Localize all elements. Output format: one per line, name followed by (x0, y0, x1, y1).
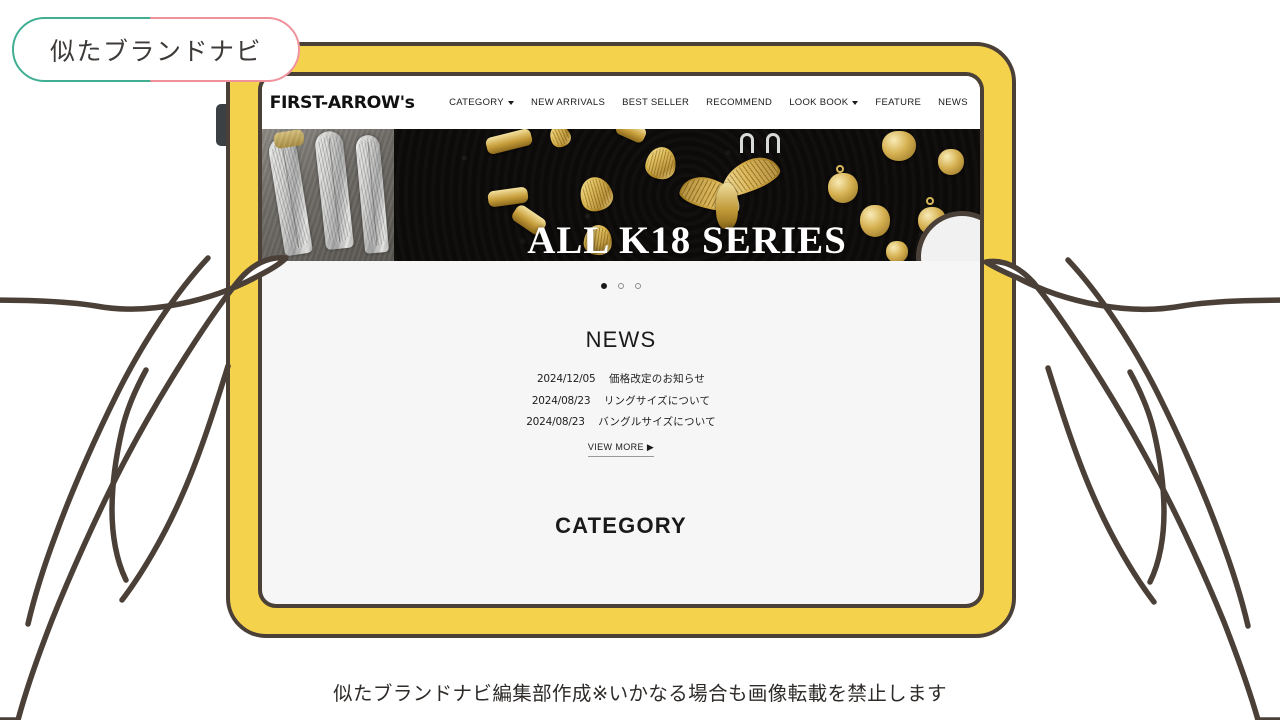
website-viewport: FIRST-ARROW's CATEGORY NEW ARRIVALS BEST… (262, 76, 980, 604)
main-navigation: CATEGORY NEW ARRIVALS BEST SELLER RECOMM… (449, 97, 980, 108)
chevron-down-icon (852, 100, 859, 105)
category-heading: CATEGORY (555, 512, 687, 538)
news-view-more-link[interactable]: VIEW MORE ▶ (587, 442, 655, 457)
right-hand-finger-1 (1065, 257, 1251, 629)
nav-item-category[interactable]: CATEGORY (449, 97, 514, 108)
silver-feather (313, 129, 355, 251)
feather-cap (272, 129, 306, 150)
right-hand (983, 258, 1280, 720)
news-date: 2024/08/23 (531, 394, 591, 407)
news-date: 2024/12/05 (536, 373, 596, 385)
gold-pendant (882, 131, 916, 161)
left-hand-finger-2 (109, 367, 149, 583)
nav-label: LOOK BOOK (789, 97, 849, 108)
carousel-dot-3[interactable] (635, 283, 641, 289)
silver-feather (354, 134, 390, 254)
tablet-screen: FIRST-ARROW's CATEGORY NEW ARRIVALS BEST… (258, 72, 984, 608)
hero-thumbnail-silver-feathers[interactable] (262, 129, 394, 261)
page-content: NEWS 2024/12/05 価格改定のお知らせ 2024/08/23 リング… (262, 261, 980, 539)
nav-label: CATEGORY (449, 97, 504, 108)
nav-item-best-seller[interactable]: BEST SELLER (622, 97, 689, 108)
carousel-dot-2[interactable] (618, 283, 624, 289)
right-hand-finger-3 (1045, 365, 1157, 605)
screenshot-root: 似たブランドナビ FIRST-ARROW's CATEGORY NEW ARRI… (0, 0, 1280, 720)
brand-navi-badge: 似たブランドナビ (12, 17, 300, 82)
nav-item-new-arrivals[interactable]: NEW ARRIVALS (531, 97, 605, 108)
news-item[interactable]: 2024/08/23 バングルサイズについて (262, 412, 980, 434)
chevron-down-icon (507, 100, 514, 105)
nav-item-look-book[interactable]: LOOK BOOK (789, 97, 859, 108)
nav-item-recommend[interactable]: RECOMMEND (706, 97, 772, 108)
news-title: バングルサイズについて (598, 416, 716, 428)
footer-caption: 似たブランドナビ編集部作成※いかなる場合も画像転載を禁止します (333, 682, 947, 705)
nav-item-feature[interactable]: FEATURE (875, 97, 921, 108)
pendant-bail (836, 165, 844, 173)
right-hand-finger-2 (1127, 369, 1167, 585)
left-hand-finger-3 (119, 363, 231, 603)
nav-item-news[interactable]: NEWS (938, 97, 968, 108)
gold-pendant (828, 173, 858, 203)
gold-pendant (938, 149, 964, 175)
news-item[interactable]: 2024/08/23 リングサイズについて (262, 391, 980, 413)
silver-hook (740, 133, 754, 153)
carousel-dot-1[interactable] (601, 283, 607, 289)
hero-banner-all-k18-series[interactable]: ALL K18 SERIES (394, 129, 980, 261)
news-date: 2024/08/23 (526, 416, 585, 428)
hero-banner-title: ALL K18 SERIES (527, 219, 847, 261)
left-hand-finger-1 (25, 255, 211, 627)
site-header: FIRST-ARROW's CATEGORY NEW ARRIVALS BEST… (262, 76, 980, 129)
news-heading: NEWS (585, 327, 657, 352)
silver-hook (766, 133, 780, 153)
site-logo[interactable]: FIRST-ARROW's (270, 93, 415, 113)
pendant-bail (926, 197, 934, 205)
carousel-indicators (262, 261, 980, 289)
silver-feather (266, 135, 314, 257)
news-item[interactable]: 2024/12/05 価格改定のお知らせ (262, 369, 980, 391)
hero-carousel[interactable]: ALL K18 SERIES (262, 129, 980, 261)
news-list: 2024/12/05 価格改定のお知らせ 2024/08/23 リングサイズにつ… (262, 369, 980, 434)
badge-label: 似たブランドナビ (49, 36, 262, 66)
news-title: 価格改定のお知らせ (608, 373, 706, 385)
news-title: リングサイズについて (603, 394, 711, 407)
